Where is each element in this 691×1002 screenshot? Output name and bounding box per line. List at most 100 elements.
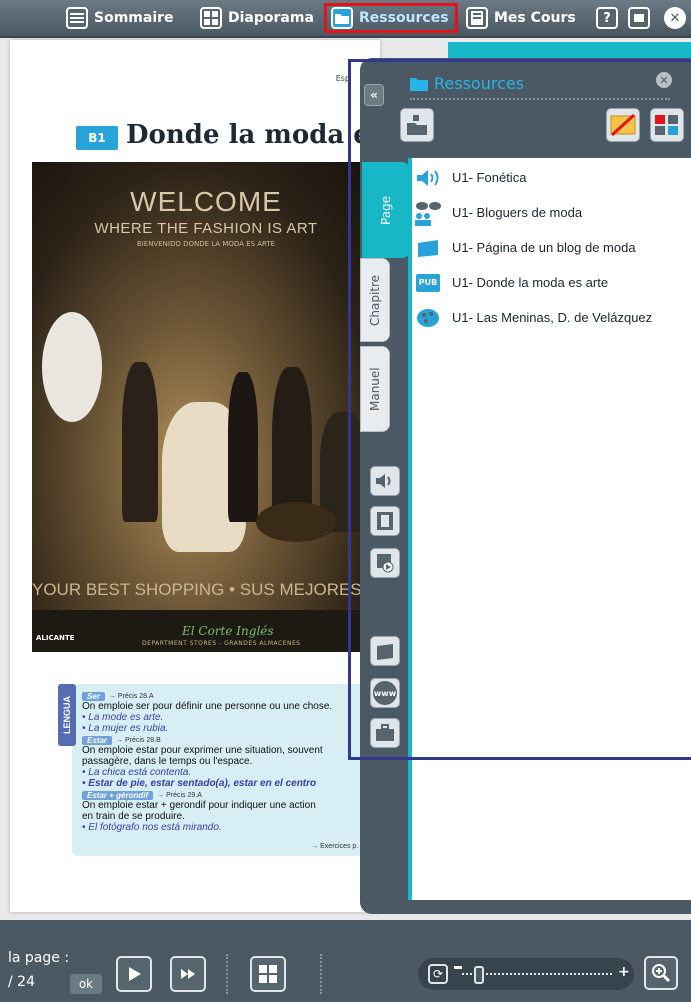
sommaire-button[interactable]: Sommaire xyxy=(66,4,174,32)
gerund-ref: → Précis 29.A xyxy=(157,792,202,799)
close-app-button[interactable]: ✕ xyxy=(664,4,686,32)
ad-bottom-slogan: YOUR BEST SHOPPING • SUS MEJORES CO xyxy=(32,580,380,599)
document-page: Esp B1 Donde la moda es a WELCOME WHERE … xyxy=(10,40,380,912)
fullscreen-button[interactable] xyxy=(628,4,650,32)
gerund-example-1: • El fotógrafo nos está mirando. xyxy=(82,822,222,833)
zoom-button[interactable] xyxy=(644,956,678,990)
filter-web-button[interactable]: www xyxy=(370,678,400,708)
top-toolbar: Sommaire Diaporama Ressources Mes Cours … xyxy=(0,0,691,38)
page-number: / 24 xyxy=(8,974,35,990)
document-icon xyxy=(377,644,393,660)
mes-cours-button[interactable]: Mes Cours xyxy=(466,4,576,32)
zoom-reset-button[interactable]: ⟳ xyxy=(428,964,448,984)
close-panel-button[interactable]: ✕ xyxy=(656,72,672,88)
palette-icon xyxy=(412,305,444,331)
zoom-plus-icon[interactable]: + xyxy=(618,964,630,980)
filter-animation-button[interactable] xyxy=(370,548,400,578)
filter-grid-icon xyxy=(655,115,678,135)
tab-manuel[interactable]: Manuel xyxy=(360,346,390,432)
tab-page[interactable]: Page xyxy=(362,162,410,258)
www-icon: www xyxy=(373,681,397,705)
ser-ref: → Précis 28.A xyxy=(108,693,154,700)
resource-label: U1- Fonética xyxy=(452,170,527,185)
go-to-page-button[interactable]: ok xyxy=(70,974,102,994)
filter-briefcase-button[interactable] xyxy=(370,718,400,748)
notebook-icon xyxy=(466,7,488,29)
resource-list: U1- Fonética U1- Bloguers de moda U1- Pá… xyxy=(412,160,691,335)
estar-example-1: • La chica está contenta. xyxy=(82,767,192,778)
zoom-slider-track[interactable] xyxy=(462,973,612,975)
level-badge: B1 xyxy=(76,126,118,150)
filter-audio-button[interactable] xyxy=(370,466,400,496)
tab-chapitre[interactable]: Chapitre xyxy=(360,258,390,342)
fast-forward-button[interactable] xyxy=(170,956,206,992)
refresh-icon: ⟳ xyxy=(432,967,444,981)
ser-example-2: • La mujer es rubia. xyxy=(82,723,169,734)
page-header-text: Esp xyxy=(335,74,350,83)
document-icon xyxy=(412,235,444,261)
advertisement-image: WELCOME WHERE THE FASHION IS ART BIENVEN… xyxy=(32,162,380,652)
list-item[interactable]: U1- Las Meninas, D. de Velázquez xyxy=(412,300,691,335)
ressources-button[interactable]: Ressources xyxy=(324,3,458,33)
question-icon: ? xyxy=(596,7,618,29)
ad-welcome: WELCOME xyxy=(130,186,282,217)
diaporama-label: Diaporama xyxy=(228,10,314,26)
mes-cours-label: Mes Cours xyxy=(494,10,576,26)
toolbar-separator xyxy=(320,954,324,994)
zoom-slider-handle[interactable] xyxy=(474,966,484,984)
zoom-minus-icon[interactable] xyxy=(454,966,462,969)
resource-label: U1- Las Meninas, D. de Velázquez xyxy=(452,310,653,325)
estar-text-2: passagère, dans le temps ou l'espace. xyxy=(82,756,253,767)
figure-shape xyxy=(122,362,158,522)
ser-pill: Ser xyxy=(82,692,105,701)
grammar-tab: LENGUA xyxy=(58,684,76,746)
ad-city: ALICANTE xyxy=(36,634,75,642)
list-item[interactable]: U1- Página de un blog de moda xyxy=(412,230,691,265)
ser-text: On emploie ser pour définir une personne… xyxy=(82,701,333,712)
ad-department: DEPARTMENT STORES - GRANDES ALMACENES xyxy=(142,640,301,647)
hide-annotations-button[interactable] xyxy=(606,108,640,142)
panel-title-text: Ressources xyxy=(434,74,525,93)
list-item[interactable]: U1- Fonética xyxy=(412,160,691,195)
filter-document-button[interactable] xyxy=(370,636,400,666)
grid-icon xyxy=(200,7,222,29)
ad-footer: ALICANTE El Corte Inglés DEPARTMENT STOR… xyxy=(32,610,380,652)
ressources-label: Ressources xyxy=(359,10,449,26)
fullscreen-icon xyxy=(628,7,650,29)
estar-example-2: • Estar de pie, estar sentado(a), estar … xyxy=(82,778,317,789)
gerund-pill: Estar + gérondif xyxy=(82,791,154,800)
open-folder-icon xyxy=(407,115,427,135)
estar-ref: → Précis 28.B xyxy=(116,737,161,744)
briefcase-icon xyxy=(376,724,394,741)
filter-resources-button[interactable] xyxy=(650,108,684,142)
pub-icon: PUB xyxy=(412,270,444,296)
audio-icon xyxy=(412,165,444,191)
help-button[interactable]: ? xyxy=(596,4,618,32)
ad-subline: BIENVENIDO DONDE LA MODA ES ARTE xyxy=(136,240,276,248)
collapse-panel-button[interactable]: « xyxy=(364,84,384,106)
grid-icon xyxy=(259,965,277,983)
gerund-text-1: On emploie estar + gerondif pour indique… xyxy=(82,800,316,811)
list-icon xyxy=(66,7,88,29)
filter-video-button[interactable] xyxy=(370,506,400,536)
figure-shape xyxy=(256,502,336,542)
ad-brand: El Corte Inglés xyxy=(182,624,274,638)
figure-shape xyxy=(42,312,102,422)
list-item[interactable]: U1- Bloguers de moda xyxy=(412,195,691,230)
play-doc-icon xyxy=(377,554,394,573)
resource-label: U1- Página de un blog de moda xyxy=(452,240,636,255)
close-icon: ✕ xyxy=(664,7,686,29)
page-view-button[interactable] xyxy=(250,956,286,992)
play-button[interactable] xyxy=(116,956,152,992)
resource-label: U1- Bloguers de moda xyxy=(452,205,583,220)
open-folder-button[interactable] xyxy=(400,108,434,142)
panel-title: Ressources xyxy=(410,74,524,93)
people-chat-icon xyxy=(412,200,444,226)
diaporama-button[interactable]: Diaporama xyxy=(200,4,314,32)
estar-text-1: On emploie estar pour exprimer une situa… xyxy=(82,745,323,756)
document-title: Donde la moda es a xyxy=(126,120,380,150)
play-icon xyxy=(129,967,141,981)
list-item[interactable]: PUB U1- Donde la moda es arte xyxy=(412,265,691,300)
sommaire-label: Sommaire xyxy=(94,10,174,26)
title-divider xyxy=(410,98,670,100)
